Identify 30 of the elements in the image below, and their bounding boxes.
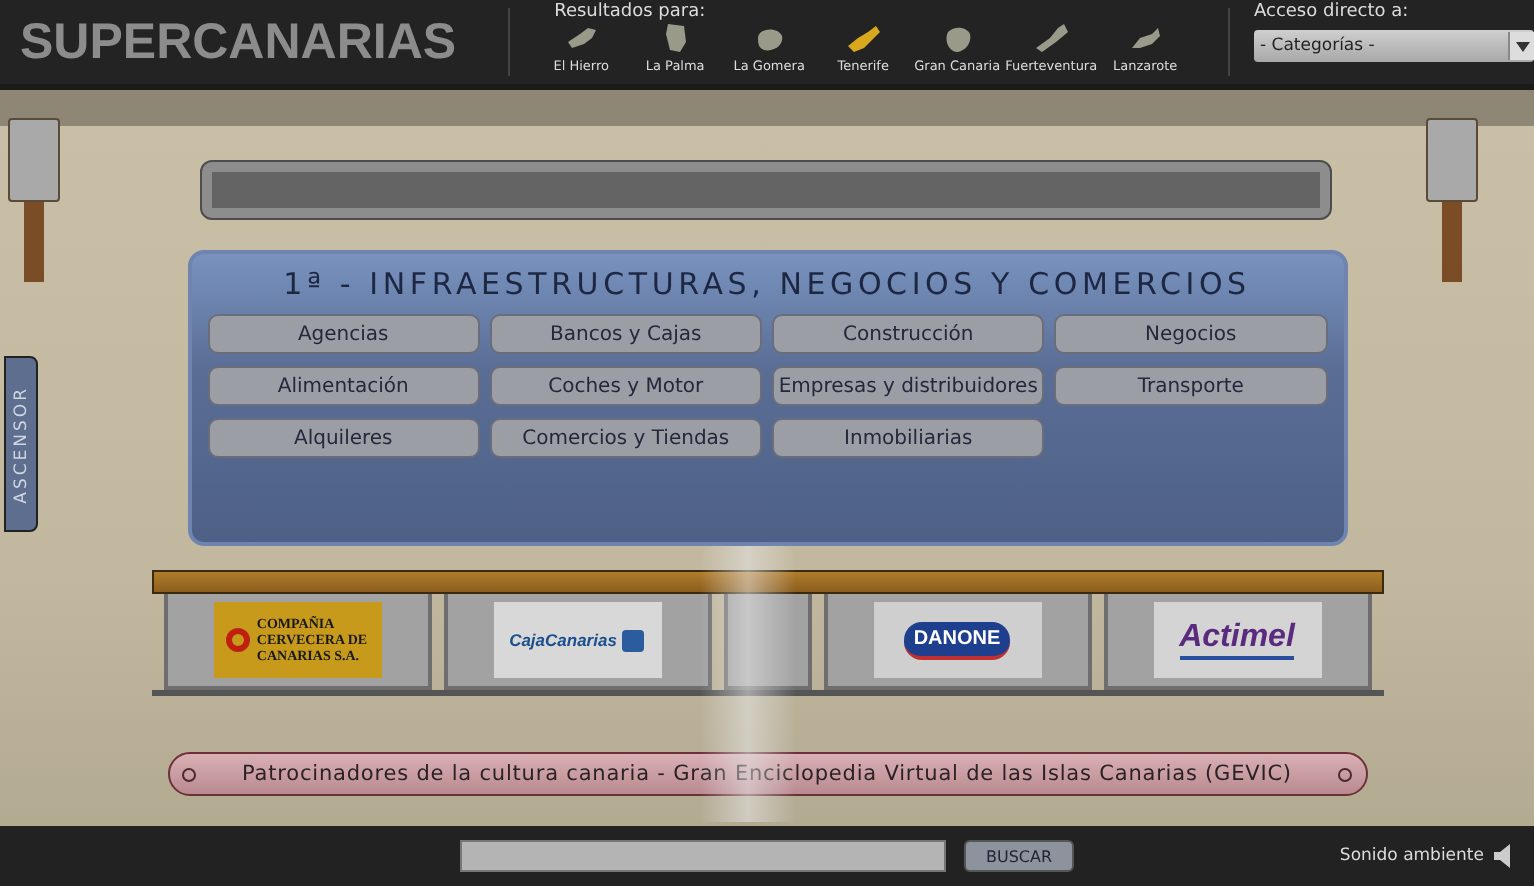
category-button[interactable]: Agencias xyxy=(207,314,480,354)
panel-title: 1ª - INFRAESTRUCTURAS, NEGOCIOS Y COMERCIOS xyxy=(281,266,1253,302)
category-button[interactable]: Coches y Motor xyxy=(489,366,762,406)
search-field[interactable] xyxy=(460,840,946,872)
sponsors-banner[interactable]: Patrocinadores de la cultura canaria - Gran Enciclopedia Virtual de las Islas Canarias (GEVIC) xyxy=(167,752,1367,796)
category-button[interactable]: Inmobiliarias xyxy=(772,418,1045,458)
island-icon xyxy=(845,22,882,54)
island-icon xyxy=(1033,22,1070,54)
category-button[interactable]: Bancos y Cajas xyxy=(489,314,762,354)
category-button[interactable]: Transporte xyxy=(1054,366,1327,406)
category-select[interactable]: - Categorías - xyxy=(1254,30,1534,62)
caret-icon xyxy=(1515,41,1529,51)
category-button[interactable]: Construcción xyxy=(772,314,1045,354)
search-button[interactable]: BUSCAR xyxy=(964,840,1074,872)
island-icon xyxy=(563,22,600,54)
sound-label: Sonido ambiente xyxy=(1339,846,1484,866)
category-button[interactable]: Empresas y distribuidores xyxy=(772,366,1045,406)
category-button[interactable]: Alquileres xyxy=(207,418,480,458)
results-label: Resultados para: xyxy=(554,2,708,22)
category-button[interactable]: Alimentación xyxy=(207,366,480,406)
sponsor-logo[interactable]: CajaCanarias xyxy=(493,602,661,678)
category-button[interactable]: Negocios xyxy=(1054,314,1327,354)
sponsor-logo[interactable]: Actimel xyxy=(1153,602,1321,678)
direct-access-label: Acceso directo a: xyxy=(1254,2,1411,22)
sponsor-logo[interactable]: DANONE xyxy=(873,602,1041,678)
category-button[interactable]: Comercios y Tiendas xyxy=(489,418,762,458)
elevator-tab[interactable]: ASCENSOR xyxy=(4,356,38,532)
site-logo[interactable]: SUPERCANARIAS xyxy=(20,12,457,72)
display-case xyxy=(723,594,811,690)
speaker-icon[interactable] xyxy=(1494,844,1514,868)
